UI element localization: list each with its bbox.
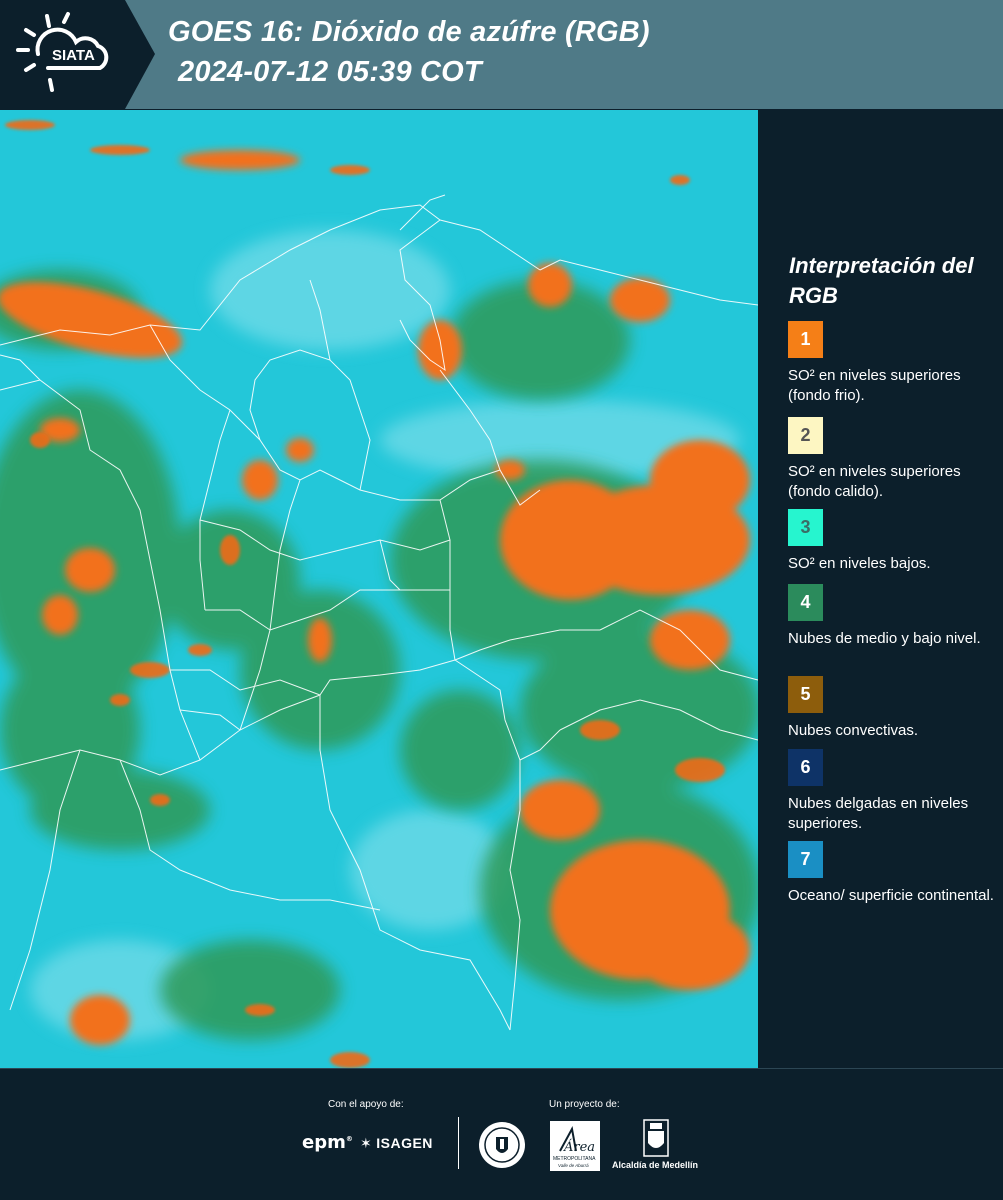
legend-label-7: Oceano/ superficie continental. [788,887,994,904]
header-bar: SIATA GOES 16: Dióxido de azúfre (RGB) 2… [0,0,1003,109]
area-metropolitana-logo: Área METROPOLITANA Valle de Aburrá [550,1121,600,1171]
legend-title: Interpretación del RGB [789,253,974,308]
svg-text:SIATA: SIATA [52,47,95,64]
legend-item-7: 7 Oceano/ superficie continental. [788,841,998,926]
legend-swatch-7: 7 [788,841,823,878]
siata-logo: SIATA [0,0,155,109]
support-label: Con el apoyo de: [328,1099,404,1110]
legend-item-3: 3 SO² en niveles bajos. [788,509,998,594]
legend-swatch-5: 5 [788,676,823,713]
isagen-logo: ✶ ISAGEN [360,1135,433,1151]
legend-label-6: Nubes delgadas en niveles superiores. [788,795,969,832]
isagen-star-icon: ✶ [360,1135,373,1151]
timestamp: 2024-07-12 05:39 COT [178,56,482,88]
legend-swatch-1: 1 [788,321,823,358]
legend-label-4: Nubes de medio y bajo nivel. [788,630,981,647]
medellin-seal-icon [479,1122,525,1168]
legend-item-4: 4 Nubes de medio y bajo nivel. [788,584,998,669]
alcaldia-shield-icon [643,1119,669,1157]
legend-item-2: 2 SO² en niveles superiores (fondo calid… [788,417,998,502]
legend-label-1: SO² en niveles superiores (fondo frio). [788,367,961,404]
legend-label-2: SO² en niveles superiores (fondo calido)… [788,463,961,500]
footer-bar: Con el apoyo de: Un proyecto de: epm® ✶ I… [0,1068,1003,1200]
legend-item-6: 6 Nubes delgadas en niveles superiores. [788,749,998,834]
alcaldia-label: Alcaldía de Medellín [612,1160,699,1170]
svg-text:Valle de Aburrá: Valle de Aburrá [558,1163,589,1168]
project-label: Un proyecto de: [549,1099,620,1110]
legend-swatch-6: 6 [788,749,823,786]
legend-swatch-4: 4 [788,584,823,621]
legend-swatch-2: 2 [788,417,823,454]
legend-swatch-3: 3 [788,509,823,546]
epm-logo: epm® [302,1132,353,1153]
footer-divider [458,1117,459,1169]
satellite-imagery [0,110,758,1068]
legend-item-1: 1 SO² en niveles superiores (fondo frio)… [788,321,998,406]
svg-text:METROPOLITANA: METROPOLITANA [553,1156,596,1162]
svg-text:Área: Área [563,1139,595,1155]
page-title: GOES 16: Dióxido de azúfre (RGB) [168,16,650,48]
satellite-map [0,110,758,1068]
legend-panel: Interpretación del RGB 1 SO² en niveles … [760,110,1003,1068]
